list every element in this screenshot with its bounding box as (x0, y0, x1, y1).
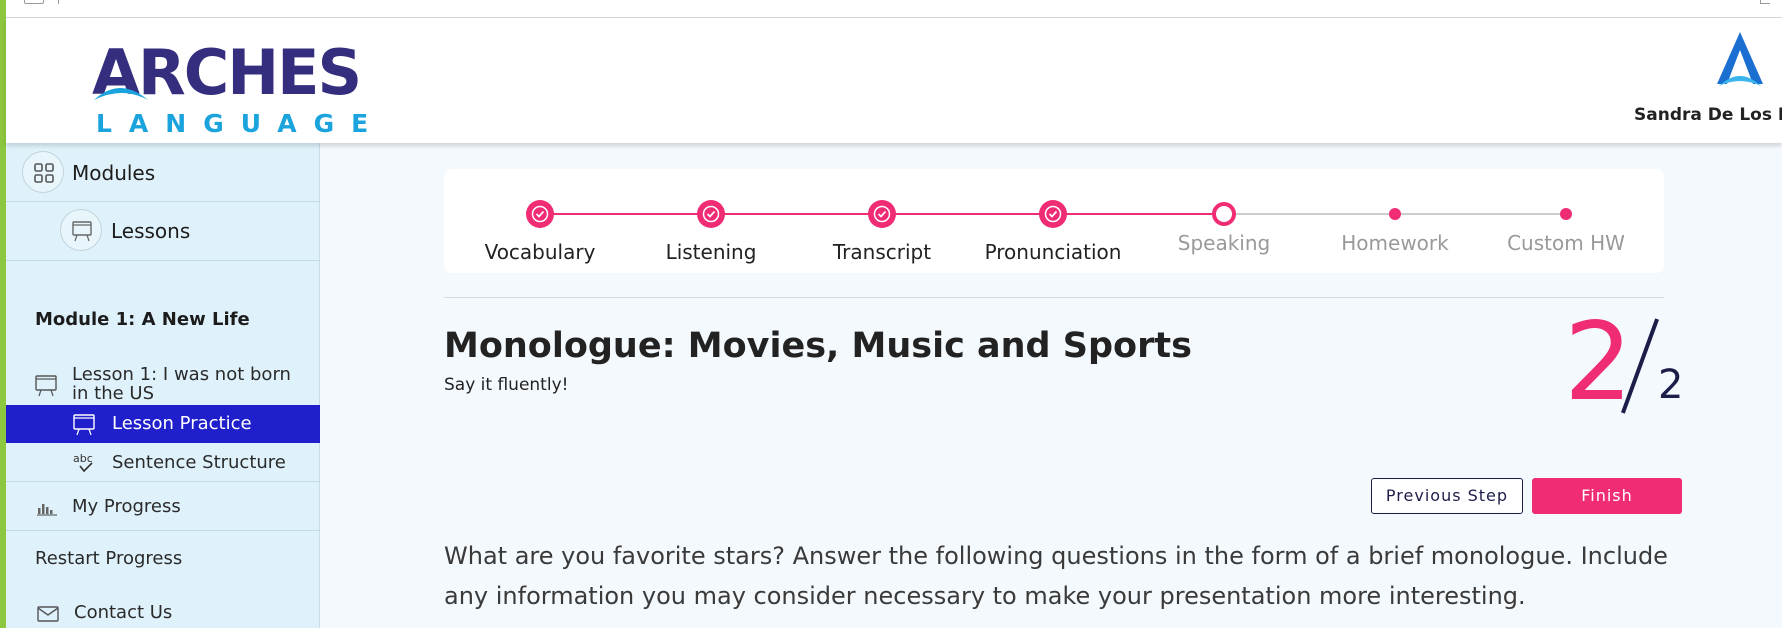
page-subtitle: Say it fluently! (444, 375, 569, 395)
presentation-board-icon (73, 414, 95, 436)
sidebar-item-label: My Progress (72, 496, 181, 517)
step-complete-check-icon[interactable] (868, 200, 896, 228)
app-window: ARCHES LANGUAGE Sandra De Los Rey Module… (0, 0, 1782, 628)
abc-check-icon: abc (73, 452, 93, 473)
logo-swoosh-icon (94, 88, 148, 100)
stepper-connector (1224, 213, 1395, 215)
stepper-connector (882, 213, 1053, 215)
step-label[interactable]: Pronunciation (973, 240, 1133, 264)
svg-text:abc: abc (73, 452, 93, 465)
page-title: Monologue: Movies, Music and Sports (444, 326, 1192, 366)
stepper-connector (1053, 213, 1224, 215)
sidebar-item-label: Modules (72, 161, 156, 185)
sidebar-item-restart-progress[interactable]: Restart Progress (6, 531, 320, 577)
step-current-ring-icon[interactable] (1212, 202, 1236, 226)
step-label[interactable]: Transcript (802, 240, 962, 264)
previous-step-button[interactable]: Previous Step (1371, 478, 1523, 514)
step-label[interactable]: Listening (631, 240, 791, 264)
arches-language-logo[interactable]: ARCHES LANGUAGE (92, 40, 368, 140)
menu-corner-icon[interactable] (1760, 0, 1770, 4)
module-title: Module 1: A New Life (35, 309, 250, 330)
user-avatar-icon[interactable] (1711, 30, 1769, 92)
sidebar-item-label: Lesson Practice (112, 413, 252, 434)
mail-icon (37, 606, 59, 622)
sidebar-item-label: Contact Us (74, 602, 173, 623)
divider (444, 297, 1664, 298)
step-upcoming-dot-icon[interactable] (1389, 208, 1401, 220)
step-complete-check-icon[interactable] (697, 200, 725, 228)
sidebar-item-lessons[interactable]: Lessons (6, 202, 320, 260)
sidebar: Modules Lessons Module 1: A New Life Les… (6, 143, 320, 628)
stepper-connector (1395, 213, 1566, 215)
separator-icon (58, 0, 64, 4)
step-label[interactable]: Custom HW (1486, 231, 1646, 255)
exercise-prompt: What are you favorite stars? Answer the … (444, 542, 1668, 610)
step-upcoming-dot-icon[interactable] (1560, 208, 1572, 220)
tab-icon[interactable] (24, 0, 44, 4)
lesson-title: Lesson 1: I was not born in the US (72, 364, 291, 404)
sidebar-item-contact-us[interactable]: Contact Us (6, 577, 320, 628)
bar-chart-icon (37, 504, 57, 516)
step-complete-check-icon[interactable] (1039, 200, 1067, 228)
step-counter-total: 2 (1658, 362, 1684, 408)
app-header: ARCHES LANGUAGE Sandra De Los Rey (6, 18, 1782, 143)
sidebar-item-label: Lessons (111, 219, 191, 243)
sidebar-item-my-progress[interactable]: My Progress (6, 482, 320, 530)
finish-button[interactable]: Finish (1532, 478, 1682, 514)
sidebar-item-lesson-1[interactable]: Lesson 1: I was not born in the US (6, 361, 320, 407)
presentation-board-icon (35, 375, 57, 397)
logo-subtitle: LANGUAGE (96, 109, 386, 138)
step-label[interactable]: Speaking (1144, 231, 1304, 255)
main-content: Vocabulary Listening Transcript Pronunciati… (320, 143, 1782, 628)
divider (6, 260, 320, 261)
presentation-board-icon (60, 209, 102, 251)
step-label[interactable]: Homework (1315, 231, 1475, 255)
sidebar-item-label: Restart Progress (35, 548, 183, 569)
browser-top-strip (6, 0, 1782, 18)
stepper-connector (711, 213, 882, 215)
user-name[interactable]: Sandra De Los Rey (1634, 105, 1782, 125)
sidebar-item-lesson-practice[interactable]: Lesson Practice (6, 405, 320, 443)
sidebar-item-label: Sentence Structure (112, 452, 286, 473)
stepper-connector (540, 213, 711, 215)
sidebar-item-sentence-structure[interactable]: abc Sentence Structure (6, 443, 320, 481)
step-complete-check-icon[interactable] (526, 200, 554, 228)
lesson-stepper: Vocabulary Listening Transcript Pronunciati… (444, 169, 1664, 273)
step-label[interactable]: Vocabulary (460, 240, 620, 264)
grid-icon (22, 151, 64, 193)
sidebar-item-modules[interactable]: Modules (6, 143, 320, 201)
